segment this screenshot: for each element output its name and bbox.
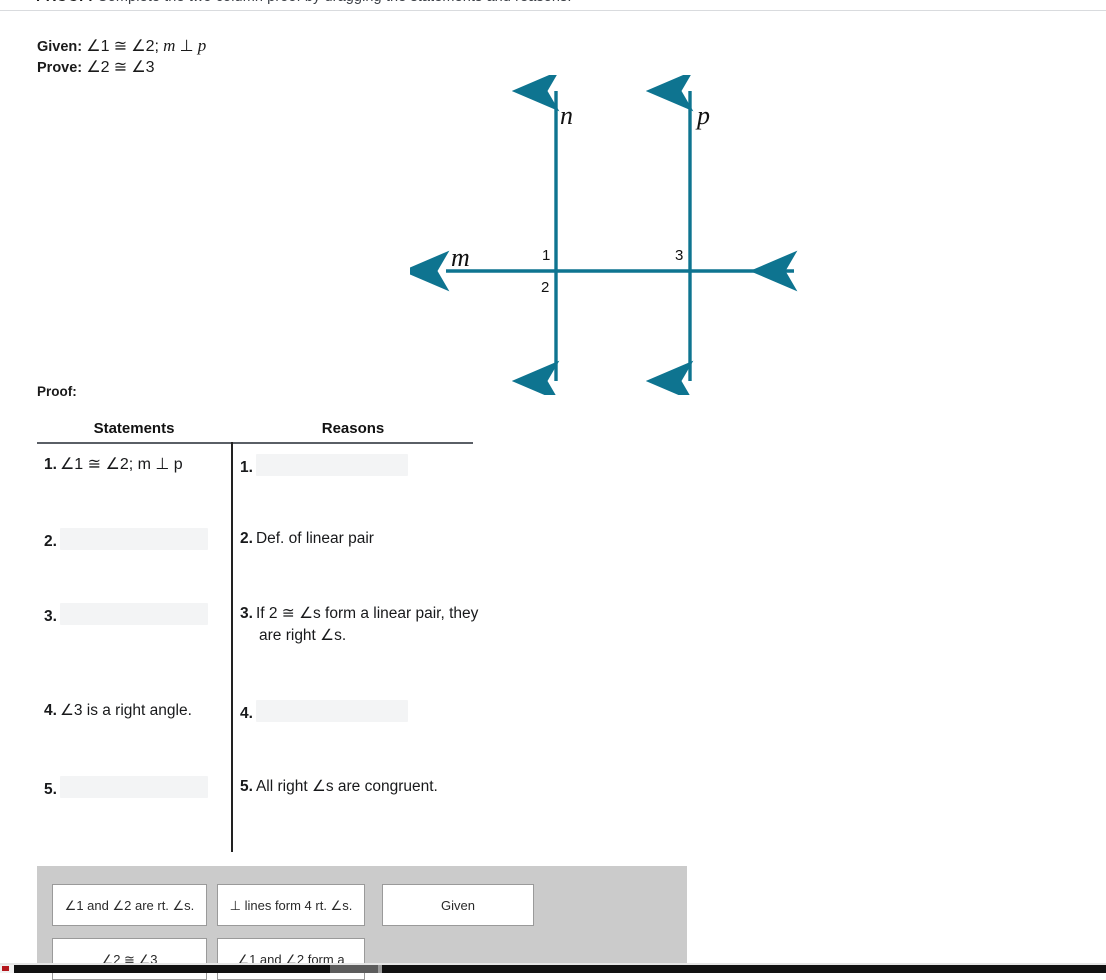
statement-cell-2: 2. [44,528,229,553]
reason-dropzone-1[interactable] [255,454,408,476]
statement-dropzone-2[interactable] [59,528,208,550]
table-header-rule [37,442,473,444]
reason-cell-3: 3. If 2 ≅ ∠s form a linear pair, they are… [240,603,489,647]
statement-cell-5: 5. [44,776,229,801]
given-angle2: ∠2; [131,38,159,55]
drag-tile-5[interactable]: ∠1 and ∠2 form a [217,938,365,980]
os-taskbar-start-icon[interactable] [2,966,9,971]
angle-label-1: 1 [542,247,551,264]
column-header-statements: Statements [93,420,175,437]
instruction-banner: PROOF: Complete the two column proof by … [0,0,1106,10]
horizontal-scrollbar-thumb[interactable] [330,965,378,973]
reason-dropzone-4[interactable] [255,700,408,722]
reason-number-3: 3. [240,605,253,622]
statement-number-2: 2. [44,533,57,550]
drag-tile-2[interactable]: ⊥ lines form 4 rt. ∠s. [217,884,365,926]
drag-tile-tray: ∠1 and ∠2 are rt. ∠s. ⊥ lines form 4 rt.… [37,866,687,980]
statement-cell-3: 3. [44,603,229,628]
prove-congruent-symbol: ≅ [113,59,128,76]
statement-dropzone-3[interactable] [59,603,208,625]
statement-number-3: 3. [44,608,57,625]
label-line-m: m [451,243,470,272]
statement-text-4: ∠3 is a right angle. [59,702,192,719]
reason-text-5: All right ∠s are congruent. [255,778,438,795]
reason-number-5: 5. [240,778,253,795]
reason-cell-2: 2. Def. of linear pair [240,528,470,550]
prove-statement: Prove: ∠2 ≅ ∠3 [37,60,155,76]
diagram-svg [410,75,798,395]
instruction-divider [0,10,1106,11]
table-column-divider [231,442,233,852]
given-congruent-symbol: ≅ [113,38,128,55]
statement-number-1: 1. [44,456,57,473]
statement-dropzone-5[interactable] [59,776,208,798]
given-line-p: p [197,36,207,55]
reason-cell-5: 5. All right ∠s are congruent. [240,776,470,798]
prove-angle2: ∠2 [86,59,110,76]
statement-cell-1: 1. ∠1 ≅ ∠2; m ⊥ p [44,454,229,476]
reason-cell-4: 4. [240,700,470,725]
column-header-reasons: Reasons [321,420,385,437]
angle-label-2: 2 [541,279,550,296]
given-line-m: m [163,36,176,55]
reason-text-3: If 2 ≅ ∠s form a linear pair, they are r… [255,605,479,644]
reason-number-2: 2. [240,530,253,547]
reason-text-2: Def. of linear pair [255,530,374,547]
horizontal-scrollbar-handle[interactable] [378,965,382,973]
given-label: Given: [37,39,83,55]
prove-label: Prove: [37,60,83,76]
statement-text-1: ∠1 ≅ ∠2; m ⊥ p [59,456,183,473]
instruction-prefix: PROOF: [36,0,93,5]
drag-tile-1[interactable]: ∠1 and ∠2 are rt. ∠s. [52,884,207,926]
statement-number-5: 5. [44,781,57,798]
reason-cell-1: 1. [240,454,470,479]
label-line-p: p [697,101,710,130]
prove-angle3: ∠3 [131,59,155,76]
statement-number-4: 4. [44,702,57,719]
proof-label: Proof: [37,384,77,399]
drag-tile-4[interactable]: ∠2 ≅ ∠3 [52,938,207,980]
label-line-n: n [560,101,573,130]
os-taskbar [0,965,1106,973]
geometry-diagram: n p m 1 2 3 [410,75,830,395]
reason-number-1: 1. [240,459,253,476]
given-statement: Given: ∠1 ≅ ∠2; m ⊥ p [37,37,206,55]
drag-tile-3[interactable]: Given [382,884,534,926]
instruction-text: Complete the two column proof by draggin… [93,0,572,5]
given-angle1: ∠1 [86,38,110,55]
reason-number-4: 4. [240,705,253,722]
given-perpendicular-symbol: ⊥ [179,38,194,55]
statement-cell-4: 4. ∠3 is a right angle. [44,700,229,722]
angle-label-3: 3 [675,247,684,264]
